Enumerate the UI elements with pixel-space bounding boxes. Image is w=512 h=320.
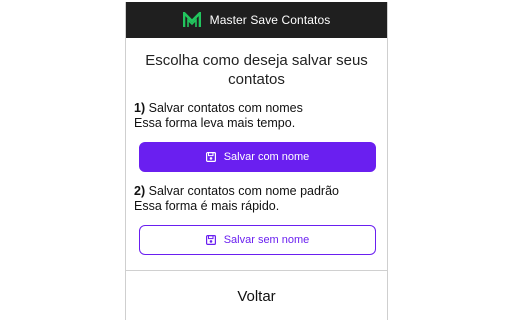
save-with-name-button[interactable]: Salvar com nome [139, 142, 376, 172]
floppy-disk-icon [205, 152, 216, 162]
divider [126, 270, 387, 271]
option-2-number: 2) [134, 184, 146, 198]
app-title: Master Save Contatos [209, 13, 331, 27]
page-heading: Escolha como deseja salvar seus contatos [145, 52, 368, 88]
back-button[interactable]: Voltar [126, 272, 387, 320]
option-1-description: Essa forma leva mais tempo. [134, 116, 296, 130]
floppy-disk-icon [205, 235, 216, 245]
option-1-title: Salvar contatos com nomes [148, 101, 303, 115]
option-2-description: Essa forma é mais rápido. [134, 199, 280, 213]
option-1: 1) Salvar contatos com nomes Essa forma … [134, 101, 387, 131]
m-logo-icon [182, 12, 201, 27]
save-without-name-button[interactable]: Salvar sem nome [139, 225, 376, 255]
option-1-number: 1) [134, 101, 146, 115]
option-2: 2) Salvar contatos com nome padrão Essa … [134, 184, 387, 214]
option-2-title: Salvar contatos com nome padrão [148, 184, 339, 198]
title-bar: Master Save Contatos [126, 2, 387, 38]
save-with-name-label: Salvar com nome [223, 151, 310, 163]
popup-panel: Master Save Contatos Escolha como deseja… [125, 2, 388, 320]
save-without-name-label: Salvar sem nome [223, 234, 310, 246]
